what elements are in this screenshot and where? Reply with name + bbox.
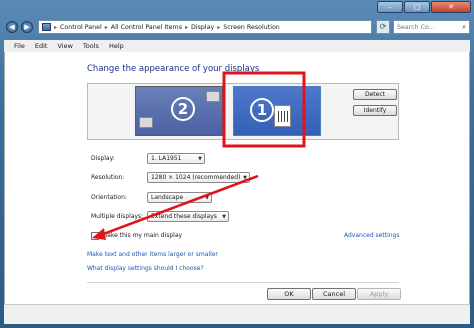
maximize-button[interactable]: □ <box>404 1 430 13</box>
refresh-button[interactable]: ⟳ <box>376 20 390 34</box>
apply-button[interactable]: Apply <box>357 288 401 300</box>
monitor-thumbnail-icon <box>274 105 291 127</box>
main-display-label[interactable]: Make this my main display <box>102 232 182 239</box>
chevron-right-icon: ▸ <box>104 23 108 31</box>
divider <box>87 282 399 283</box>
multiple-displays-label: Multiple displays: <box>91 213 144 220</box>
menu-view[interactable]: View <box>57 42 72 50</box>
menu-bar: File Edit View Tools Help <box>4 40 470 52</box>
search-box[interactable]: ⌕ <box>393 20 470 34</box>
menu-edit[interactable]: Edit <box>35 42 48 50</box>
search-input[interactable] <box>397 23 457 31</box>
display-value: 1. LA1951 <box>151 155 182 162</box>
content-pane: Change the appearance of your displays 2… <box>4 52 470 304</box>
orientation-label: Orientation: <box>91 194 127 201</box>
orientation-select[interactable]: Landscape ▼ <box>147 192 212 203</box>
chevron-down-icon: ▼ <box>222 213 226 220</box>
monitor-1[interactable]: 1 <box>233 86 321 136</box>
resolution-select[interactable]: 1280 × 1024 (recommended) ▼ <box>147 172 250 183</box>
window-controls: – □ ✕ <box>377 1 471 13</box>
breadcrumb-all-items[interactable]: All Control Panel Items <box>111 24 182 31</box>
back-button[interactable]: ◀ <box>6 21 18 33</box>
close-icon: ✕ <box>448 3 454 11</box>
chevron-right-icon: ▸ <box>54 23 58 31</box>
close-button[interactable]: ✕ <box>431 1 471 13</box>
ok-button[interactable]: OK <box>267 288 311 300</box>
monitor-2[interactable]: 2 <box>135 86 223 136</box>
chevron-right-icon: ▸ <box>217 23 221 31</box>
address-bar[interactable]: ▸ Control Panel ▸ All Control Panel Item… <box>38 20 372 34</box>
detect-button[interactable]: Detect <box>353 89 397 100</box>
monitor-arrangement: 2 1 Detect Identify <box>87 83 399 140</box>
breadcrumb-control-panel[interactable]: Control Panel <box>60 24 102 31</box>
monitor-thumbnail-icon <box>139 117 153 128</box>
display-label: Display: <box>91 155 115 162</box>
display-select[interactable]: 1. LA1951 ▼ <box>147 153 205 164</box>
identify-button[interactable]: Identify <box>353 105 397 116</box>
page-title: Change the appearance of your displays <box>87 64 260 74</box>
multiple-displays-value: Extend these displays <box>151 213 217 220</box>
resolution-label: Resolution: <box>91 174 125 181</box>
chevron-down-icon: ▼ <box>205 194 209 201</box>
chevron-down-icon: ▼ <box>198 155 202 162</box>
multiple-displays-select[interactable]: Extend these displays ▼ <box>147 211 229 222</box>
menu-help[interactable]: Help <box>109 42 124 50</box>
resolution-value: 1280 × 1024 (recommended) <box>151 174 241 181</box>
minimize-button[interactable]: – <box>377 1 403 13</box>
refresh-icon: ⟳ <box>379 22 387 31</box>
monitor-thumbnail-icon <box>206 91 220 102</box>
breadcrumb-screen-resolution[interactable]: Screen Resolution <box>223 24 280 31</box>
search-icon[interactable]: ⌕ <box>462 23 466 32</box>
menu-tools[interactable]: Tools <box>83 42 99 50</box>
title-bar: – □ ✕ <box>0 0 474 22</box>
text-size-link[interactable]: Make text and other items larger or smal… <box>87 251 218 258</box>
breadcrumb-display[interactable]: Display <box>191 24 214 31</box>
grid-pattern <box>278 111 288 122</box>
window-frame: – □ ✕ ◀ ▶ ▸ Control Panel ▸ All Control … <box>0 0 474 328</box>
orientation-value: Landscape <box>151 194 184 201</box>
advanced-settings-link[interactable]: Advanced settings <box>344 232 399 239</box>
control-panel-icon <box>42 23 51 31</box>
address-row: ◀ ▶ ▸ Control Panel ▸ All Control Panel … <box>4 20 470 36</box>
monitor-number: 1 <box>250 98 274 122</box>
monitor-number: 2 <box>171 97 195 121</box>
window-bottom-edge <box>4 304 470 324</box>
chevron-down-icon: ▼ <box>243 174 247 181</box>
back-arrow-icon: ◀ <box>9 23 15 31</box>
menu-file[interactable]: File <box>14 42 25 50</box>
display-settings-help-link[interactable]: What display settings should I choose? <box>87 265 204 272</box>
chevron-right-icon: ▸ <box>184 23 188 31</box>
main-display-checkbox[interactable] <box>91 232 99 240</box>
cancel-button[interactable]: Cancel <box>312 288 356 300</box>
forward-button[interactable]: ▶ <box>21 21 33 33</box>
forward-arrow-icon: ▶ <box>24 23 30 31</box>
